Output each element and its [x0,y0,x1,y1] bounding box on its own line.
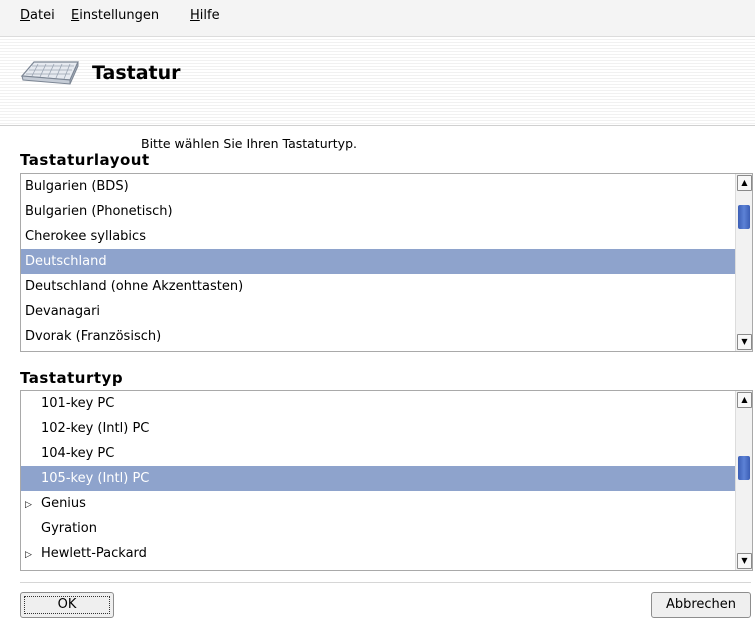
layout-scroll-thumb[interactable] [738,205,750,229]
type-section-title: Tastaturtyp [20,369,124,387]
layout-scrollbar[interactable]: ▲ ▼ [735,174,752,351]
layout-item-bulgarien-phonetisch[interactable]: Bulgarien (Phonetisch) [21,199,736,224]
menu-hilfe[interactable]: Hilfe [190,8,220,23]
type-item-101[interactable]: 101-key PC [21,391,736,416]
scroll-up-arrow-icon[interactable]: ▲ [737,392,752,408]
menu-datei[interactable]: Datei [20,8,55,23]
layout-list[interactable]: Bulgarien (BDS) Bulgarien (Phonetisch) C… [20,173,753,352]
menu-bar: Datei Einstellungen Hilfe [0,0,755,37]
type-item-genius[interactable]: ▷ Genius [21,491,736,516]
scroll-up-arrow-icon[interactable]: ▲ [737,175,752,191]
type-item-gyration[interactable]: Gyration [21,516,736,541]
layout-item-dvorak-fr[interactable]: Dvorak (Französisch) [21,324,736,349]
expand-triangle-icon[interactable]: ▷ [25,493,41,518]
type-item-104[interactable]: 104-key PC [21,441,736,466]
scroll-down-arrow-icon[interactable]: ▼ [737,334,752,350]
instruction-text: Bitte wählen Sie Ihren Tastaturtyp. [141,136,357,151]
scroll-down-arrow-icon[interactable]: ▼ [737,553,752,569]
focus-ring [24,596,110,614]
layout-item-devanagari[interactable]: Devanagari [21,299,736,324]
type-list[interactable]: 101-key PC 102-key (Intl) PC 104-key PC … [20,390,753,571]
type-scrollbar[interactable]: ▲ ▼ [735,391,752,570]
layout-item-cherokee[interactable]: Cherokee syllabics [21,224,736,249]
layout-item-bulgarien-bds[interactable]: Bulgarien (BDS) [21,174,736,199]
menu-einstellungen[interactable]: Einstellungen [71,8,159,23]
layout-section-title: Tastaturlayout [20,151,150,169]
layout-item-deutschland[interactable]: Deutschland [21,249,736,274]
expand-triangle-icon[interactable]: ▷ [25,543,41,568]
page-title: Tastatur [92,62,181,84]
layout-item-deutschland-ohne-akzent[interactable]: Deutschland (ohne Akzenttasten) [21,274,736,299]
ok-button[interactable]: OK [20,592,114,618]
type-scroll-thumb[interactable] [738,456,750,480]
type-item-102-intl[interactable]: 102-key (Intl) PC [21,416,736,441]
type-item-hewlett-packard[interactable]: ▷ Hewlett-Packard [21,541,736,566]
separator [20,582,751,583]
keyboard-icon [20,61,79,85]
type-item-105-intl[interactable]: 105-key (Intl) PC [21,466,736,491]
cancel-button[interactable]: Abbrechen [651,592,751,618]
